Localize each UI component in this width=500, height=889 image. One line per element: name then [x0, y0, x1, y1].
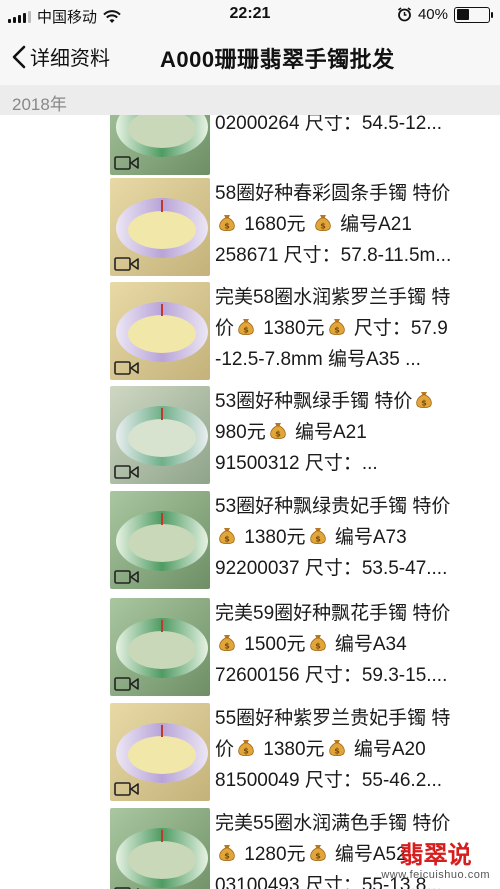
status-bar: 中国移动 22:21 40% — [0, 0, 500, 30]
feed-item[interactable]: 完美58圈水润紫罗兰手镯 特价 $ 1380元 $ 尺寸：57.9 -12.5-7… — [110, 282, 500, 380]
video-icon — [114, 465, 139, 479]
money-bag-icon: $ — [309, 845, 326, 862]
svg-text:$: $ — [224, 222, 230, 231]
svg-text:$: $ — [422, 399, 428, 408]
caption-line: 价 $ 1380元 $ 编号A20 — [215, 739, 426, 760]
money-bag-icon: $ — [315, 215, 331, 232]
money-bag-icon: $ — [219, 528, 235, 545]
caption-line: $ 1680元 $ 编号A21 — [215, 209, 497, 240]
svg-text:$: $ — [315, 642, 321, 651]
page-title: A000珊珊翡翠手镯批发 — [160, 47, 395, 72]
svg-text:$: $ — [243, 747, 249, 756]
svg-text:$: $ — [224, 852, 230, 861]
svg-text:$: $ — [315, 535, 321, 544]
bangle-thumbnail[interactable] — [110, 491, 210, 589]
caption-line: 980元 $ 编号A21 — [215, 422, 367, 443]
money-bag-icon: $ — [328, 740, 345, 757]
svg-text:$: $ — [315, 852, 321, 861]
money-bag-icon: $ — [328, 319, 345, 336]
bangle-thumbnail[interactable] — [110, 178, 210, 276]
caption-line: 55圈好种紫罗兰贵妃手镯 特 — [215, 708, 451, 729]
watermark-main: 翡翠说 — [399, 842, 472, 869]
svg-text:$: $ — [320, 222, 326, 231]
item-caption: 完美59圈好种飘花手镯 特价 $ 1500元 $ 编号A34 72600156 尺… — [215, 598, 497, 696]
item-caption: 53圈好种飘绿手镯 特价 $ 980元 $ 编号A21 91500312 尺寸：.… — [215, 386, 497, 484]
video-icon — [114, 156, 139, 170]
battery-icon — [454, 6, 493, 23]
caption-line: $ 1380元 $ 编号A73 — [215, 522, 497, 553]
caption-line: 02000264 尺寸：54.5-12... — [215, 115, 443, 134]
feed-item[interactable]: 完美59圈好种飘花手镯 特价 $ 1500元 $ 编号A34 72600156 尺… — [110, 598, 500, 696]
money-bag-icon: $ — [416, 392, 433, 409]
money-bag-icon: $ — [219, 215, 235, 232]
item-caption: 58圈好种春彩圆条手镯 特价 $ 1680元 $ 编号A21 258671 尺寸：… — [215, 178, 497, 276]
item-caption: 1280元 $ 编号A7202000264 尺寸：54.5-12... — [215, 115, 497, 175]
video-icon — [114, 570, 139, 584]
feed-item[interactable]: 58圈好种春彩圆条手镯 特价 $ 1680元 $ 编号A21 258671 尺寸：… — [110, 178, 500, 276]
bangle-thumbnail[interactable] — [110, 703, 210, 801]
svg-text:$: $ — [224, 642, 230, 651]
svg-text:$: $ — [243, 326, 249, 335]
video-icon — [114, 782, 139, 796]
feed-item[interactable]: 1280元 $ 编号A7202000264 尺寸：54.5-12... — [110, 115, 500, 175]
bangle-thumbnail[interactable] — [110, 808, 210, 889]
money-bag-icon: $ — [219, 845, 235, 862]
year-header: 2018年 — [0, 85, 500, 115]
caption-line: 完美59圈好种飘花手镯 特价 — [215, 603, 451, 624]
caption-line: 53圈好种飘绿贵妃手镯 特价 — [215, 496, 451, 517]
bangle-thumbnail[interactable] — [110, 282, 210, 380]
back-label: 详细资料 — [30, 48, 110, 70]
caption-line: 72600156 尺寸：59.3-15.... — [215, 665, 448, 686]
bangle-thumbnail[interactable] — [110, 386, 210, 484]
watermark-logo: 翡翠说 www.feicuishuo.com — [381, 842, 490, 882]
feed-item[interactable]: 53圈好种飘绿贵妃手镯 特价 $ 1380元 $ 编号A73 92200037 尺… — [110, 491, 500, 589]
feed-item[interactable]: 53圈好种飘绿手镯 特价 $ 980元 $ 编号A21 91500312 尺寸：.… — [110, 386, 500, 484]
watermark-url: www.feicuishuo.com — [381, 869, 490, 881]
back-button[interactable]: 详细资料 — [12, 42, 110, 71]
caption-line: 价 $ 1380元 $ 尺寸：57.9 — [215, 318, 448, 339]
status-right: 40% — [397, 6, 493, 23]
caption-line: 92200037 尺寸：53.5-47.... — [215, 558, 448, 579]
caption-line: 81500049 尺寸：55-46.2... — [215, 770, 443, 791]
video-icon — [114, 361, 139, 375]
money-bag-icon: $ — [309, 635, 326, 652]
year-label: 2018年 — [12, 95, 67, 114]
video-icon — [114, 677, 139, 691]
nav-bar: 详细资料 A000珊珊翡翠手镯批发 — [0, 30, 500, 85]
bangle-thumbnail[interactable] — [110, 115, 210, 175]
battery-percent: 40% — [417, 6, 448, 23]
money-bag-icon: $ — [238, 740, 254, 757]
svg-text:$: $ — [334, 747, 340, 756]
svg-text:$: $ — [224, 535, 230, 544]
moments-feed[interactable]: 1280元 $ 编号A7202000264 尺寸：54.5-12... 58圈好… — [0, 115, 500, 889]
money-bag-icon: $ — [219, 635, 235, 652]
alarm-icon — [397, 7, 411, 22]
caption-line: -12.5-7.8mm 编号A35 ... — [215, 349, 421, 370]
svg-text:$: $ — [334, 326, 340, 335]
bangle-thumbnail[interactable] — [110, 598, 210, 696]
caption-line: 58圈好种春彩圆条手镯 特价 — [215, 183, 451, 204]
caption-line: 91500312 尺寸：... — [215, 453, 378, 474]
caption-line: 完美55圈水润满色手镯 特价 — [215, 813, 451, 834]
caption-line: 完美58圈水润紫罗兰手镯 特 — [215, 287, 451, 308]
feed-item[interactable]: 55圈好种紫罗兰贵妃手镯 特价 $ 1380元 $ 编号A20 81500049 … — [110, 703, 500, 801]
caption-line: 53圈好种飘绿手镯 特价 $ — [215, 386, 497, 417]
money-bag-icon: $ — [309, 528, 326, 545]
svg-text:$: $ — [275, 430, 281, 439]
item-caption: 55圈好种紫罗兰贵妃手镯 特价 $ 1380元 $ 编号A20 81500049 … — [215, 703, 497, 801]
chevron-left-icon — [12, 45, 26, 68]
money-bag-icon: $ — [269, 423, 286, 440]
item-caption: 53圈好种飘绿贵妃手镯 特价 $ 1380元 $ 编号A73 92200037 尺… — [215, 491, 497, 589]
caption-line: 258671 尺寸：57.8-11.5m... — [215, 245, 452, 266]
money-bag-icon: $ — [238, 319, 254, 336]
video-icon — [114, 257, 139, 271]
caption-line: $ 1500元 $ 编号A34 — [215, 629, 497, 660]
item-caption: 完美58圈水润紫罗兰手镯 特价 $ 1380元 $ 尺寸：57.9 -12.5-7… — [215, 282, 497, 380]
